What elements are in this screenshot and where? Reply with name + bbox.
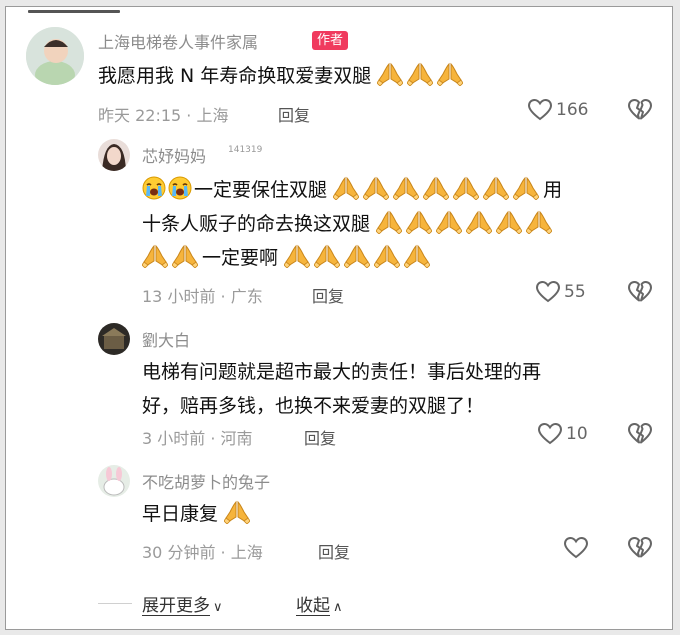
broken-heart-icon[interactable] [628, 423, 652, 445]
folded-hands-emoji-icon [393, 176, 419, 200]
folded-hands-emoji-icon [423, 176, 449, 200]
divider [98, 603, 132, 604]
reply-text-line2: 十条人贩子的命去换这双腿 [142, 207, 556, 241]
folded-hands-emoji-icon [437, 62, 463, 86]
folded-hands-emoji-icon [363, 176, 389, 200]
folded-hands-emoji-icon [344, 244, 370, 268]
folded-hands-emoji-icon [466, 210, 492, 234]
heart-outline-icon [538, 423, 562, 445]
top-divider [28, 10, 120, 13]
reply-text-segment: 一定要啊 [202, 247, 279, 269]
collapse-button[interactable]: 收起 ∧ [296, 591, 343, 616]
reply-button[interactable]: 回复 [318, 539, 350, 563]
reply-username[interactable]: 劉大白 [142, 327, 190, 351]
reply-username[interactable]: 不吃胡萝卜的兔子 [142, 469, 270, 493]
folded-hands-emoji-icon [406, 210, 432, 234]
expand-more-label: 展开更多 [142, 596, 210, 616]
reply-button[interactable]: 回复 [312, 283, 344, 307]
woman-photo-icon [98, 139, 130, 171]
avatar[interactable] [98, 323, 130, 355]
reply-time-location: 30 分钟前 · 上海 [142, 543, 263, 562]
reply-text-segment: 用 [543, 179, 563, 201]
user-level-tag: 141319 [228, 145, 263, 155]
loudly-crying-face-emoji-icon [168, 176, 192, 200]
reply-button[interactable]: 回复 [278, 102, 310, 126]
folded-hands-emoji-icon [483, 176, 509, 200]
folded-hands-emoji-icon [436, 210, 462, 234]
avatar[interactable] [98, 465, 130, 497]
folded-hands-emoji-icon [513, 176, 539, 200]
reply-username[interactable]: 芯妤妈妈 [142, 143, 206, 167]
reply-text-line1: 早日康复 [142, 497, 254, 531]
reply-text-segment: 早日康复 [142, 503, 219, 525]
like-button[interactable]: 10 [538, 423, 588, 445]
broken-heart-icon[interactable] [628, 537, 652, 559]
like-count: 55 [564, 282, 586, 302]
folded-hands-emoji-icon [284, 244, 310, 268]
folded-hands-emoji-icon [404, 244, 430, 268]
reply-text-line3: 一定要啊 [142, 241, 434, 275]
broken-heart-icon[interactable] [628, 281, 652, 303]
reply-text-line1: 一定要保住双腿 用 [142, 173, 562, 207]
building-photo-icon [98, 323, 130, 355]
like-count: 166 [556, 100, 589, 120]
folded-hands-emoji-icon [224, 500, 250, 524]
avatar[interactable] [26, 27, 84, 85]
comment-username[interactable]: 上海电梯卷人事件家属 [98, 29, 258, 53]
like-button[interactable]: 55 [536, 281, 586, 303]
broken-heart-icon[interactable] [628, 99, 652, 121]
heart-outline-icon[interactable] [564, 537, 588, 559]
reply-text-line1: 电梯有问题就是超市最大的责任！事后处理的再 [142, 361, 542, 383]
comment-body: 我愿用我 N 年寿命换取爱妻双腿 [98, 65, 372, 87]
reply-text-segment: 十条人贩子的命去换这双腿 [142, 213, 371, 235]
heart-outline-icon [528, 99, 552, 121]
baby-photo-icon [26, 27, 84, 85]
folded-hands-emoji-icon [496, 210, 522, 234]
collapse-label: 收起 [296, 596, 330, 616]
loudly-crying-face-emoji-icon [142, 176, 166, 200]
author-badge: 作者 [312, 31, 349, 50]
folded-hands-emoji-icon [376, 210, 402, 234]
chevron-down-icon: ∨ [213, 600, 223, 615]
folded-hands-emoji-icon [333, 176, 359, 200]
like-button[interactable]: 166 [528, 99, 588, 121]
folded-hands-emoji-icon [374, 244, 400, 268]
heart-outline-icon [536, 281, 560, 303]
reply-time-location: 3 小时前 · 河南 [142, 429, 253, 448]
reply-text-segment: 一定要保住双腿 [194, 179, 328, 201]
reply-text-line2: 好，赔再多钱，也换不来爱妻的双腿了！ [142, 395, 485, 417]
like-count: 10 [566, 424, 588, 444]
reply-time-location: 13 小时前 · 广东 [142, 287, 263, 306]
folded-hands-emoji-icon [142, 244, 168, 268]
folded-hands-emoji-icon [172, 244, 198, 268]
comment-text: 我愿用我 N 年寿命换取爱妻双腿 [98, 59, 467, 93]
chevron-up-icon: ∧ [333, 600, 343, 615]
avatar[interactable] [98, 139, 130, 171]
folded-hands-emoji-icon [377, 62, 403, 86]
folded-hands-emoji-icon [314, 244, 340, 268]
reply-button[interactable]: 回复 [304, 425, 336, 449]
rabbit-photo-icon [98, 465, 130, 497]
expand-more-button[interactable]: 展开更多 ∨ [142, 591, 223, 616]
folded-hands-emoji-icon [526, 210, 552, 234]
folded-hands-emoji-icon [407, 62, 433, 86]
comments-panel: 上海电梯卷人事件家属 作者 我愿用我 N 年寿命换取爱妻双腿 昨天 22:15 … [5, 6, 673, 630]
folded-hands-emoji-icon [453, 176, 479, 200]
comment-time-location: 昨天 22:15 · 上海 [98, 106, 229, 125]
